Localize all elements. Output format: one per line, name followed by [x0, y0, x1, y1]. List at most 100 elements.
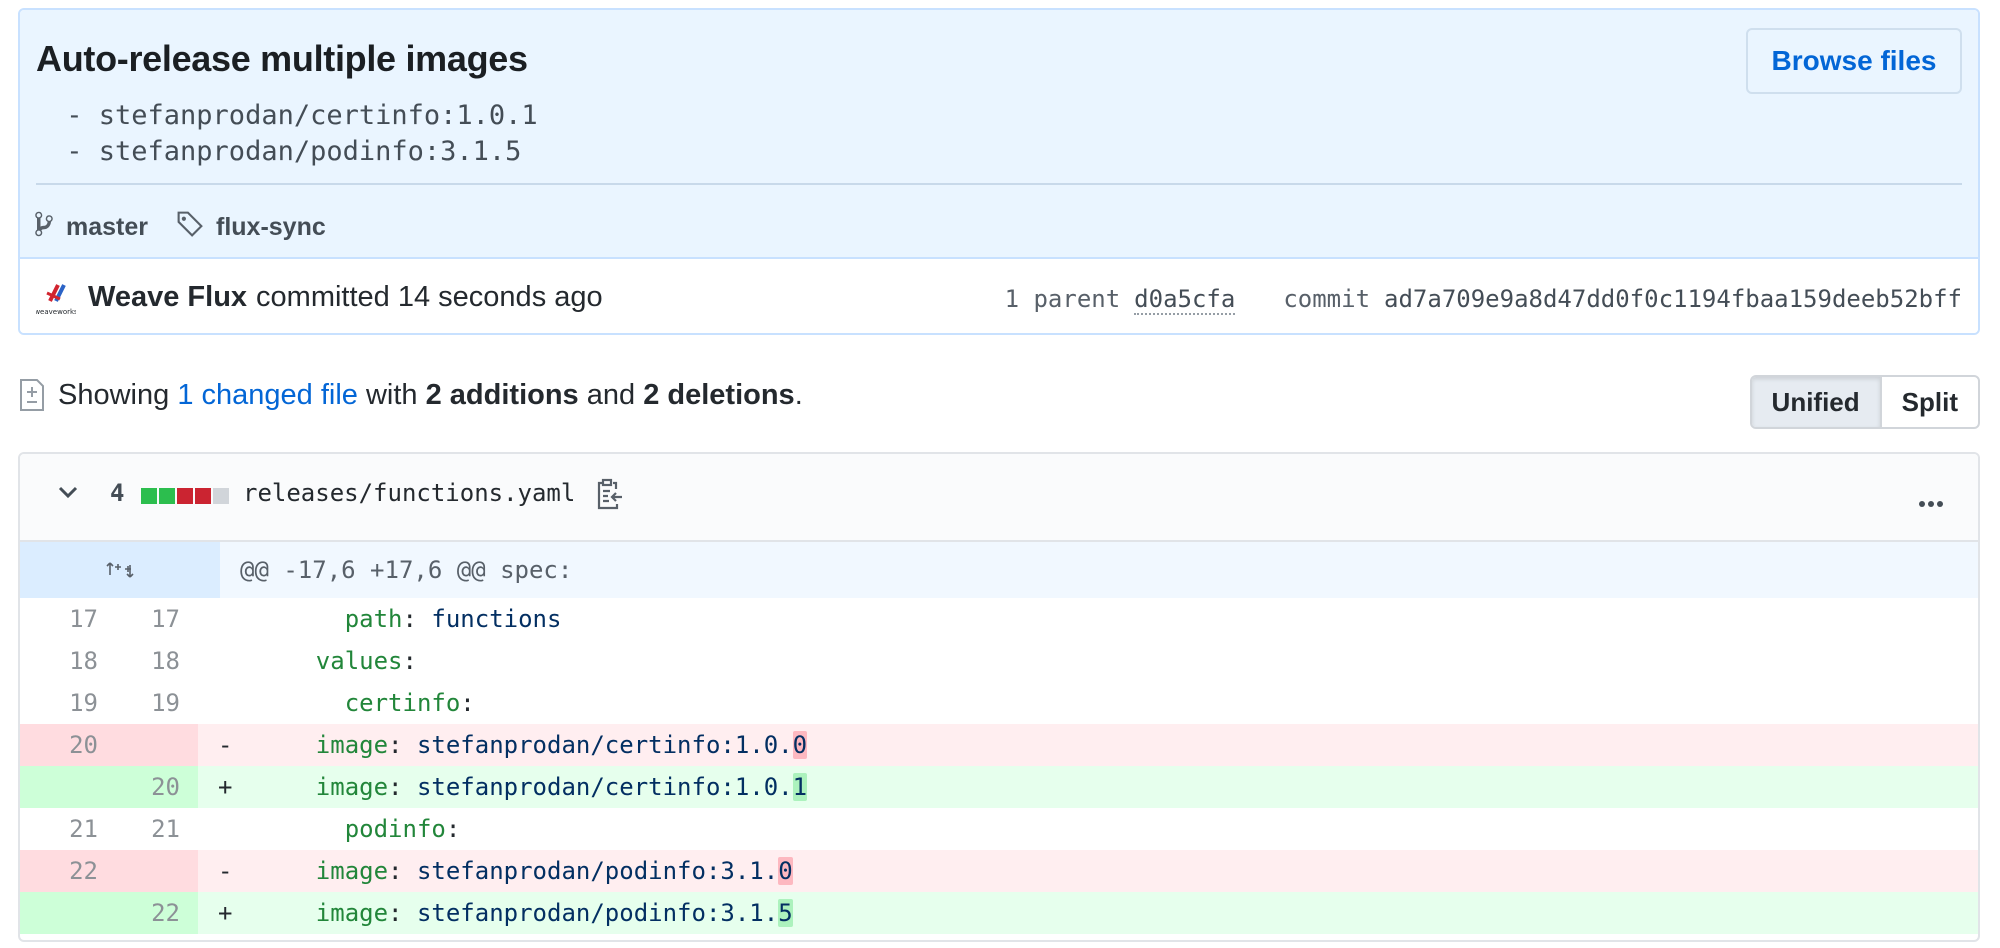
yaml-separator: :	[460, 689, 475, 717]
git-branch-icon	[34, 210, 66, 245]
code-line: + image: stefanprodan/podinfo:3.1.5	[198, 892, 1978, 934]
split-button[interactable]: Split	[1882, 377, 1978, 427]
changed-chars: 1	[792, 773, 808, 801]
file-diff: 4 releases/functions.yaml @@ -17,6 +17,6…	[18, 452, 1980, 942]
branch-ref[interactable]: master	[34, 210, 148, 245]
diffstat-block-neutral	[213, 488, 229, 504]
diff-sign: -	[218, 731, 233, 759]
old-line-number[interactable]: 19	[20, 682, 98, 724]
diff-line-context: 19 19 certinfo:	[20, 682, 1978, 724]
yaml-value: stefanprodan/certinfo:1.0.	[416, 773, 793, 801]
tag-ref[interactable]: flux-sync	[176, 210, 326, 245]
diff-table: @@ -17,6 +17,6 @@ spec: 17 17 path: funct…	[20, 542, 1978, 934]
changed-chars: 0	[792, 731, 808, 759]
commit-label: commit	[1283, 285, 1371, 313]
commit-title: Auto-release multiple images	[36, 38, 528, 79]
code-line: values:	[198, 640, 1978, 682]
tag-icon	[176, 210, 216, 245]
old-line-number[interactable]	[20, 892, 98, 934]
avatar[interactable]: weaveworks	[36, 277, 76, 317]
yaml-key: image	[315, 857, 389, 885]
code-line: - image: stefanprodan/certinfo:1.0.0	[198, 724, 1978, 766]
diff-line-deleted: 20 - image: stefanprodan/certinfo:1.0.0	[20, 724, 1978, 766]
yaml-separator: :	[445, 815, 461, 843]
commit-sha-area: 1 parent d0a5cfa commit ad7a709e9a8d47dd…	[1005, 285, 1962, 315]
committed-time: committed 14 seconds ago	[256, 280, 603, 313]
change-count: 4	[110, 479, 125, 507]
svg-text:weaveworks: weaveworks	[36, 308, 76, 316]
commit-description-line: - stefanprodan/certinfo:1.0.1	[50, 100, 538, 131]
tag-name: flux-sync	[216, 213, 326, 241]
commit-author: weaveworks Weave Flux committed 14 secon…	[36, 277, 603, 317]
new-line-number[interactable]	[98, 850, 198, 892]
diff-line-added: 20 + image: stefanprodan/certinfo:1.0.1	[20, 766, 1978, 808]
changed-chars: 0	[778, 857, 793, 885]
additions-count: 2 additions	[425, 379, 579, 411]
commit-meta: weaveworks Weave Flux committed 14 secon…	[20, 259, 1978, 333]
old-line-number[interactable]: 22	[20, 850, 98, 892]
parent-sha-link[interactable]: d0a5cfa	[1134, 285, 1236, 315]
diff-summary-bar: Showing 1 changed file with 2 additions …	[18, 375, 1980, 433]
chevron-down-icon[interactable]	[58, 485, 78, 504]
author-name[interactable]: Weave Flux	[88, 281, 247, 314]
commit-sha: ad7a709e9a8d47dd0f0c1194fbaa159deeb52bff	[1384, 285, 1962, 313]
new-line-number[interactable]: 18	[98, 640, 198, 682]
yaml-key: image	[315, 899, 389, 927]
hunk-header: @@ -17,6 +17,6 @@ spec:	[240, 556, 573, 584]
yaml-key: image	[315, 773, 389, 801]
yaml-key: image	[315, 731, 389, 759]
file-header: 4 releases/functions.yaml	[20, 454, 1978, 542]
code-line: certinfo:	[198, 682, 1978, 724]
browse-files-button[interactable]: Browse files	[1746, 28, 1962, 94]
diff-line-context: 18 18 values:	[20, 640, 1978, 682]
summary-with: with	[365, 379, 418, 411]
code-line: podinfo:	[198, 808, 1978, 850]
new-line-number[interactable]: 19	[98, 682, 198, 724]
old-line-number[interactable]: 21	[20, 808, 98, 850]
file-path[interactable]: releases/functions.yaml	[243, 479, 575, 507]
new-line-number[interactable]: 20	[98, 766, 198, 808]
diff-line-added: 22 + image: stefanprodan/podinfo:3.1.5	[20, 892, 1978, 934]
divider	[36, 183, 1962, 185]
diffstat	[141, 488, 231, 504]
new-line-number[interactable]: 17	[98, 598, 198, 640]
old-line-number[interactable]: 20	[20, 724, 98, 766]
unified-button[interactable]: Unified	[1751, 377, 1882, 427]
yaml-separator: :	[402, 647, 417, 675]
branch-name: master	[66, 213, 148, 241]
kebab-horizontal-icon[interactable]	[1918, 495, 1944, 513]
code-line: - image: stefanprodan/podinfo:3.1.0	[198, 850, 1978, 892]
changed-files-link[interactable]: 1 changed file	[177, 379, 358, 411]
unfold-icon[interactable]	[20, 542, 220, 598]
changed-chars: 5	[778, 899, 793, 927]
yaml-separator: :	[402, 605, 432, 633]
clipboard-icon[interactable]	[596, 478, 624, 515]
yaml-separator: :	[388, 899, 417, 927]
old-line-number[interactable]	[20, 766, 98, 808]
diff-sign: +	[218, 773, 233, 801]
new-line-number[interactable]: 21	[98, 808, 198, 850]
diff-summary: Showing 1 changed file with 2 additions …	[58, 379, 803, 412]
new-line-number[interactable]	[98, 724, 198, 766]
summary-and: and	[586, 379, 636, 411]
commit-description: - stefanprodan/certinfo:1.0.1 - stefanpr…	[50, 98, 538, 170]
old-line-number[interactable]: 18	[20, 640, 98, 682]
code-line: path: functions	[198, 598, 1978, 640]
diff-line-context: 17 17 path: functions	[20, 598, 1978, 640]
diff-view-toggle: Unified Split	[1749, 375, 1980, 429]
yaml-value: stefanprodan/podinfo:3.1.	[416, 857, 779, 885]
diffstat-block-deleted	[177, 488, 193, 504]
new-line-number[interactable]: 22	[98, 892, 198, 934]
yaml-key: path	[344, 605, 403, 633]
old-line-number[interactable]: 17	[20, 598, 98, 640]
deletions-count: 2 deletions	[643, 379, 795, 411]
diff-sign: +	[218, 899, 233, 927]
commit-box: Auto-release multiple images - stefanpro…	[18, 8, 1980, 335]
